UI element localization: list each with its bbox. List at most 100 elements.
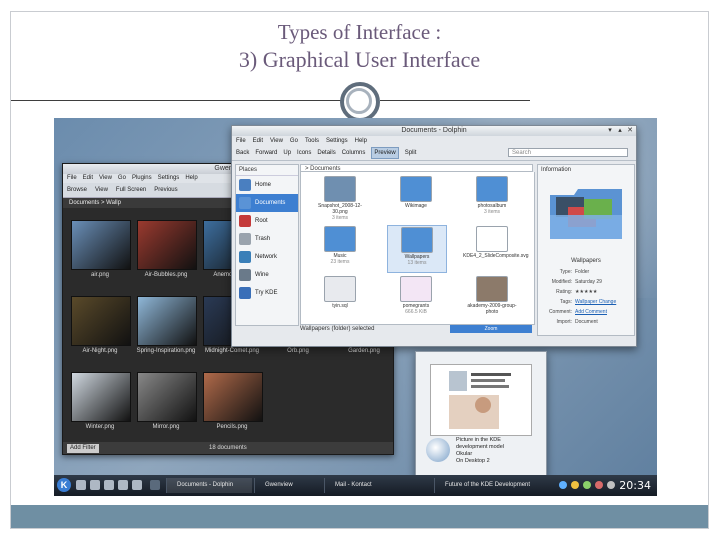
taskbar-task[interactable]: Future of the KDE Development	[434, 478, 552, 493]
menu-item[interactable]: Tools	[305, 138, 319, 144]
toolbar-button[interactable]: Browse	[67, 187, 87, 193]
menu-item[interactable]: View	[270, 138, 283, 144]
popup-line: On Desktop 2	[456, 458, 490, 464]
toolbar-button[interactable]: Preview	[371, 147, 399, 159]
file-item[interactable]: Music 23 items	[311, 225, 369, 271]
toolbar-button[interactable]: Icons	[297, 146, 311, 160]
place-icon	[239, 251, 251, 263]
tray-network-icon[interactable]	[559, 481, 567, 489]
zoom-slider[interactable]: Zoom	[450, 325, 532, 333]
place-item[interactable]: Home	[236, 176, 298, 194]
pager-icon[interactable]	[150, 480, 160, 490]
info-row: Type: Folder	[542, 269, 632, 275]
taskbar-task[interactable]: Gwenview	[254, 478, 322, 493]
image-thumbnail[interactable]	[71, 372, 131, 422]
thumbnail-label: Mirror.png	[152, 424, 180, 430]
place-item[interactable]: Root	[236, 212, 298, 230]
divider-right	[380, 100, 530, 101]
file-name: KDE4_2_SlideComposite.svg	[463, 253, 529, 259]
menu-item[interactable]: Settings	[326, 138, 348, 144]
place-item[interactable]: Wine	[236, 266, 298, 284]
menu-item[interactable]: Go	[118, 175, 126, 181]
minimize-icon[interactable]: ▾	[606, 127, 614, 135]
place-icon	[239, 269, 251, 281]
info-row: Import: Document	[542, 319, 632, 325]
launcher-icon[interactable]	[118, 480, 128, 490]
clock[interactable]: 20:34	[619, 478, 651, 493]
menu-item[interactable]: Help	[355, 138, 367, 144]
menu-item[interactable]: Plugins	[132, 175, 152, 181]
image-thumbnail[interactable]	[137, 296, 197, 346]
taskbar-task[interactable]: Documents - Dolphin	[166, 478, 252, 493]
launcher-icon[interactable]	[90, 480, 100, 490]
file-icon	[324, 176, 356, 202]
breadcrumb[interactable]: > Documents	[300, 164, 533, 172]
toolbar-button[interactable]: Back	[236, 146, 249, 160]
info-value: Saturday 29	[575, 279, 602, 285]
file-item[interactable]: photosalbum 3 items	[463, 175, 521, 221]
menu-item[interactable]: Settings	[158, 175, 180, 181]
window-preview-popup[interactable]: Picture in the KDE development model Okula…	[415, 351, 547, 478]
image-thumbnail[interactable]	[137, 220, 197, 270]
search-input[interactable]: Search	[508, 148, 628, 157]
menu-item[interactable]: Help	[185, 175, 197, 181]
kde-menu-icon[interactable]: K	[57, 478, 71, 492]
file-item[interactable]: KDE4_2_SlideComposite.svg	[463, 225, 529, 271]
image-thumbnail[interactable]	[137, 372, 197, 422]
toolbar-button[interactable]: Full Screen	[116, 187, 146, 193]
toolbar-button[interactable]: Split	[405, 146, 417, 160]
menu-item[interactable]: View	[99, 175, 112, 181]
image-thumbnail[interactable]	[71, 220, 131, 270]
place-item[interactable]: Documents	[236, 194, 298, 212]
image-thumbnail[interactable]	[203, 372, 263, 422]
info-value[interactable]: Wallpaper Change	[575, 299, 616, 305]
dolphin-window[interactable]: Documents - Dolphin ▾ ▴ ✕ File Edit View Go…	[231, 125, 637, 347]
file-icon	[400, 176, 432, 202]
menu-item[interactable]: Edit	[83, 175, 93, 181]
toolbar-button[interactable]: Details	[317, 146, 335, 160]
launcher-icon[interactable]	[104, 480, 114, 490]
file-subtitle: 23 items	[330, 259, 350, 265]
menu-item[interactable]: Go	[290, 138, 298, 144]
add-filter-button[interactable]: Add Filter	[67, 444, 99, 453]
image-thumbnail[interactable]	[71, 296, 131, 346]
toolbar-button[interactable]: Up	[283, 146, 291, 160]
taskbar-task[interactable]: Mail - Kontact	[324, 478, 432, 493]
tray-notify-icon[interactable]	[571, 481, 579, 489]
launcher-icon[interactable]	[132, 480, 142, 490]
info-value[interactable]: Add Comment	[575, 309, 607, 315]
close-icon[interactable]: ✕	[626, 127, 634, 135]
toolbar-button[interactable]: Forward	[255, 146, 277, 160]
toolbar-button[interactable]: Previous	[154, 187, 177, 193]
preview-thumbnail	[430, 364, 532, 436]
tray-clipboard-icon[interactable]	[607, 481, 615, 489]
toolbar-button[interactable]: View	[95, 187, 108, 193]
tray-battery-icon[interactable]	[583, 481, 591, 489]
file-item[interactable]: Wallpapers 13 items	[387, 225, 447, 273]
file-name: Snapshot_2008-12-30.png	[318, 203, 362, 215]
maximize-icon[interactable]: ▴	[616, 127, 624, 135]
place-label: Network	[255, 254, 278, 260]
dolphin-titlebar[interactable]: Documents - Dolphin ▾ ▴ ✕	[232, 126, 636, 136]
desktop-screenshot: Gwenvie File Edit View Go Plugins Settings Hel…	[54, 118, 657, 496]
place-item[interactable]: Network	[236, 248, 298, 266]
place-icon	[239, 233, 251, 245]
menu-item[interactable]: File	[236, 138, 246, 144]
file-item[interactable]: pomegrants 666.5 KiB	[387, 275, 445, 321]
file-icon	[401, 227, 433, 253]
file-item[interactable]: tyin.sql	[311, 275, 369, 321]
place-item[interactable]: Try KDE	[236, 284, 298, 302]
launcher-icon[interactable]	[76, 480, 86, 490]
menu-item[interactable]: Edit	[253, 138, 263, 144]
place-icon	[239, 197, 251, 209]
file-item[interactable]: Snapshot_2008-12-30.png 3 items	[311, 175, 369, 221]
toolbar-button[interactable]: Columns	[342, 146, 366, 160]
file-item[interactable]: Wikimage	[387, 175, 445, 221]
menu-item[interactable]: File	[67, 175, 77, 181]
popup-text: Picture in the KDE development model Okula…	[456, 437, 542, 465]
info-row: Rating: ★★★★★	[542, 289, 632, 295]
file-item[interactable]: akademy-2009-group-photo	[463, 275, 521, 321]
place-item[interactable]: Trash	[236, 230, 298, 248]
tray-volume-icon[interactable]	[595, 481, 603, 489]
thumbnail-label: Winter.png	[85, 424, 115, 430]
